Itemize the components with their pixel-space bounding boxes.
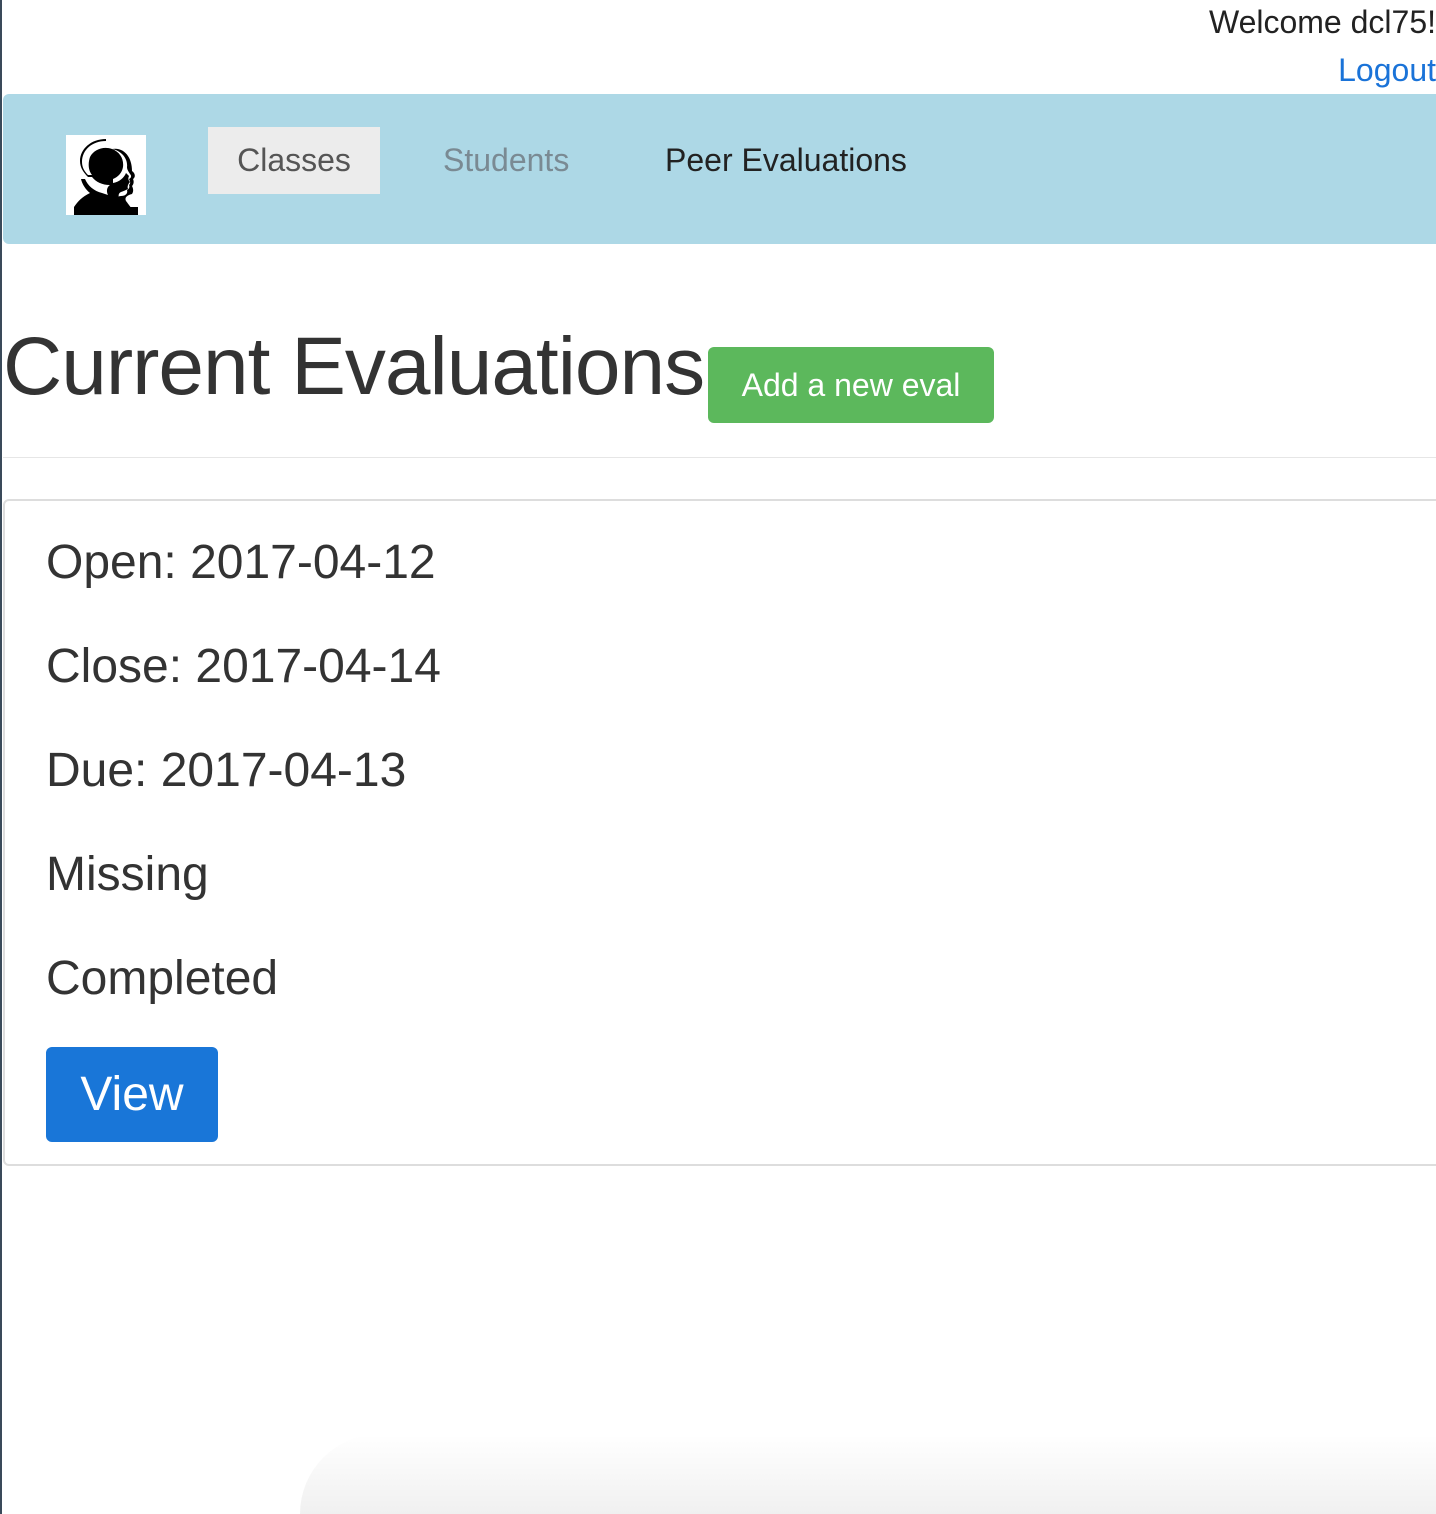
view-button[interactable]: View bbox=[46, 1047, 218, 1142]
page-title: Current Evaluations bbox=[3, 321, 705, 412]
navbar: Classes Students Peer Evaluations bbox=[3, 94, 1436, 244]
header-divider bbox=[3, 457, 1436, 458]
open-date: Open: 2017-04-12 bbox=[46, 536, 436, 589]
profile-silhouette-icon[interactable] bbox=[66, 135, 146, 215]
nav-classes[interactable]: Classes bbox=[208, 127, 380, 194]
close-date: Close: 2017-04-14 bbox=[46, 640, 441, 693]
evaluation-card: Open: 2017-04-12 Close: 2017-04-14 Due: … bbox=[3, 499, 1436, 1166]
nav-peer-evaluations[interactable]: Peer Evaluations bbox=[665, 127, 907, 194]
logo-graphic bbox=[66, 135, 146, 215]
window-bottom-shadow bbox=[300, 1434, 1436, 1514]
nav-students[interactable]: Students bbox=[443, 127, 569, 194]
missing-label: Missing bbox=[46, 848, 209, 901]
due-date: Due: 2017-04-13 bbox=[46, 744, 407, 797]
completed-label: Completed bbox=[46, 952, 279, 1005]
add-new-eval-button[interactable]: Add a new eval bbox=[708, 347, 994, 423]
logout-link[interactable]: Logout bbox=[1338, 52, 1436, 89]
welcome-text: Welcome dcl75! bbox=[1208, 4, 1436, 40]
window-left-edge bbox=[0, 0, 2, 1514]
